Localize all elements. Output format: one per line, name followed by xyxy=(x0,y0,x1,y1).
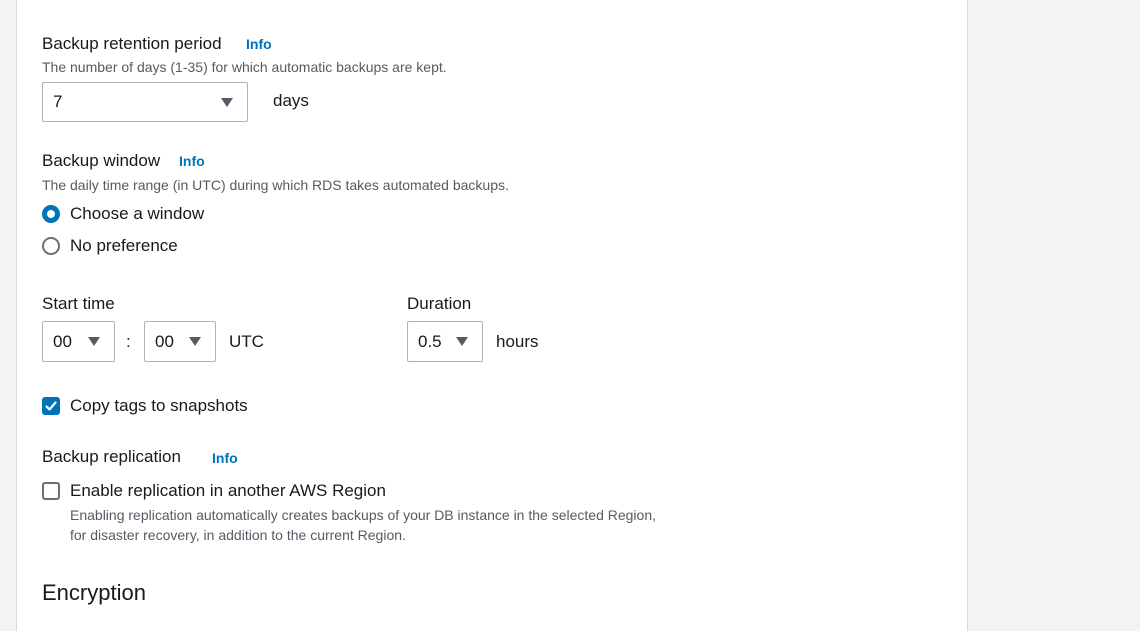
radio-no-preference[interactable] xyxy=(42,237,60,255)
radio-no-preference-label[interactable]: No preference xyxy=(70,236,178,256)
start-hour-select[interactable]: 00 xyxy=(42,321,115,362)
copy-tags-label[interactable]: Copy tags to snapshots xyxy=(70,396,248,416)
retention-info-link[interactable]: Info xyxy=(246,36,272,52)
start-time-label: Start time xyxy=(42,294,115,313)
checkmark-icon xyxy=(45,401,57,411)
copy-tags-checkbox[interactable] xyxy=(42,397,60,415)
window-description: The daily time range (in UTC) during whi… xyxy=(42,177,509,193)
start-minute-value: 00 xyxy=(155,331,174,351)
replication-info-link[interactable]: Info xyxy=(212,450,238,466)
retention-description: The number of days (1-35) for which auto… xyxy=(42,59,447,75)
start-hour-value: 00 xyxy=(53,331,72,351)
duration-unit: hours xyxy=(496,332,539,351)
replication-description-line2: for disaster recovery, in addition to th… xyxy=(70,527,406,543)
retention-select-value: 7 xyxy=(53,92,63,111)
time-separator: : xyxy=(126,332,131,351)
retention-unit: days xyxy=(273,91,309,110)
window-info-link[interactable]: Info xyxy=(179,153,205,169)
retention-select[interactable]: 7 xyxy=(42,82,248,122)
caret-down-icon xyxy=(221,97,233,107)
caret-down-icon xyxy=(189,337,201,346)
start-minute-select[interactable]: 00 xyxy=(144,321,216,362)
replication-label: Backup replication xyxy=(42,447,181,466)
timezone-label: UTC xyxy=(229,332,264,351)
radio-choose-window[interactable] xyxy=(42,205,60,223)
replication-description-line1: Enabling replication automatically creat… xyxy=(70,507,656,523)
retention-label: Backup retention period xyxy=(42,34,222,53)
duration-value: 0.5 xyxy=(418,331,442,351)
duration-label: Duration xyxy=(407,294,472,313)
caret-down-icon xyxy=(88,337,100,346)
radio-choose-window-label[interactable]: Choose a window xyxy=(70,204,204,224)
encryption-heading: Encryption xyxy=(42,580,146,605)
window-label: Backup window xyxy=(42,151,161,170)
caret-down-icon xyxy=(456,337,468,346)
enable-replication-checkbox[interactable] xyxy=(42,482,60,500)
duration-select[interactable]: 0.5 xyxy=(407,321,483,362)
enable-replication-label[interactable]: Enable replication in another AWS Region xyxy=(70,481,386,501)
